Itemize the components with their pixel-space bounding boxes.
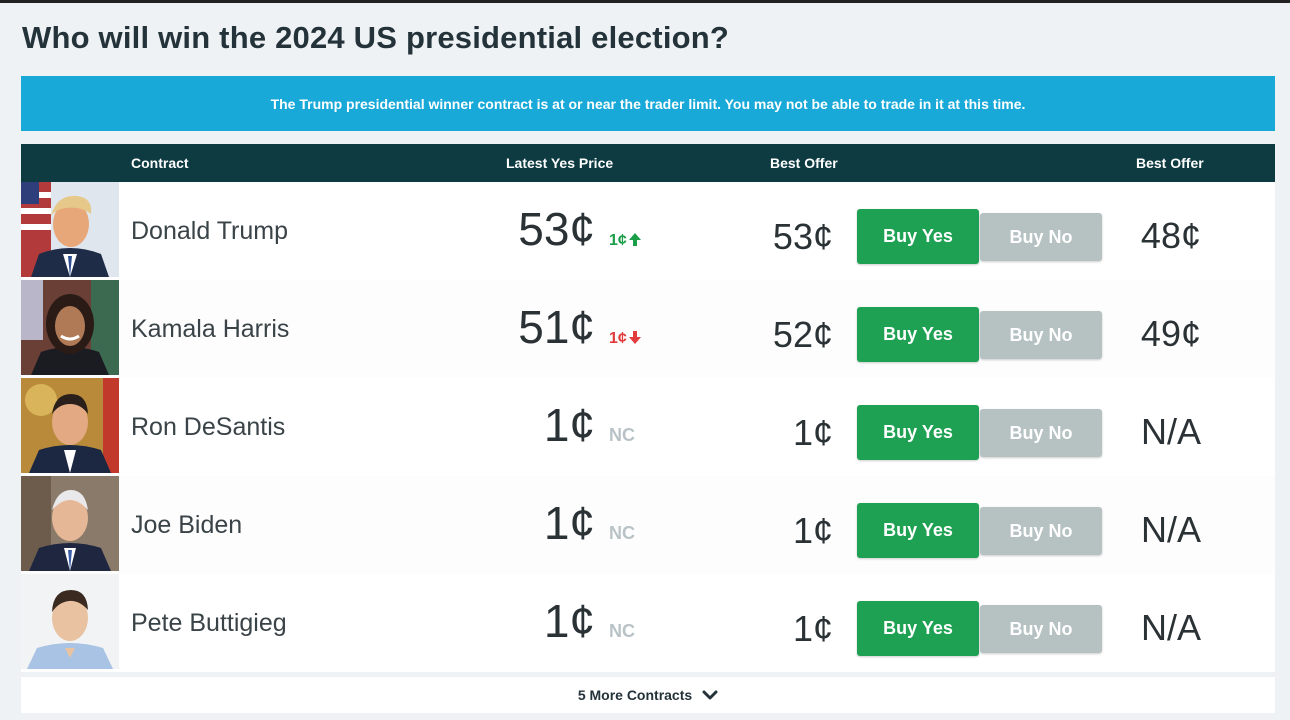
buy-yes-button[interactable]: Buy Yes bbox=[857, 503, 979, 558]
best-offer-yes: 1¢ bbox=[792, 608, 833, 649]
buy-no-button[interactable]: Buy No bbox=[980, 213, 1102, 261]
candidate-name: Donald Trump bbox=[131, 217, 289, 245]
latest-yes-price: 1¢ bbox=[543, 399, 595, 451]
buy-yes-button[interactable]: Buy Yes bbox=[857, 405, 979, 460]
avatar-trump bbox=[21, 182, 119, 277]
buy-yes-button[interactable]: Buy Yes bbox=[857, 307, 979, 362]
candidate-name: Ron DeSantis bbox=[131, 413, 286, 441]
page-title: Who will win the 2024 US presidential el… bbox=[22, 20, 730, 55]
latest-yes-price: 1¢ bbox=[543, 497, 595, 549]
best-offer-no: N/A bbox=[1140, 607, 1201, 648]
latest-yes-price: 53¢ bbox=[518, 203, 595, 255]
top-rule bbox=[0, 0, 1290, 3]
contract-row-biden: Joe Biden 1¢ NC 1¢ Buy Yes Buy No N/A bbox=[21, 476, 1275, 574]
price-change-value: NC bbox=[609, 621, 635, 641]
avatar-harris bbox=[21, 280, 119, 375]
header-best-offer-no: Best Offer bbox=[1136, 155, 1204, 171]
more-contracts-button[interactable]: 5 More Contracts bbox=[21, 677, 1275, 713]
price-change-value: 1¢ bbox=[609, 232, 627, 249]
header-latest-yes-price: Latest Yes Price bbox=[506, 155, 614, 171]
candidate-name: Pete Buttigieg bbox=[131, 609, 287, 637]
contract-row-harris: Kamala Harris 51¢ 1¢ 52¢ Buy Yes Buy No … bbox=[21, 280, 1275, 378]
avatar-buttigieg bbox=[21, 574, 119, 669]
contract-row-desantis: Ron DeSantis 1¢ NC 1¢ Buy Yes Buy No N/A bbox=[21, 378, 1275, 476]
buy-no-button[interactable]: Buy No bbox=[980, 507, 1102, 555]
price-change: NC bbox=[609, 425, 635, 446]
buy-no-button[interactable]: Buy No bbox=[980, 311, 1102, 359]
best-offer-no: N/A bbox=[1140, 509, 1201, 550]
latest-yes-price: 1¢ bbox=[543, 595, 595, 647]
buy-no-button[interactable]: Buy No bbox=[980, 605, 1102, 653]
price-change: 1¢ bbox=[609, 330, 641, 349]
buy-yes-button[interactable]: Buy Yes bbox=[857, 601, 979, 656]
header-contract: Contract bbox=[131, 155, 189, 171]
arrow-up-icon bbox=[628, 233, 641, 251]
best-offer-no: 49¢ bbox=[1140, 313, 1201, 354]
header-best-offer-yes: Best Offer bbox=[770, 155, 838, 171]
best-offer-yes: 53¢ bbox=[772, 216, 833, 257]
price-change-value: NC bbox=[609, 425, 635, 445]
contract-row-buttigieg: Pete Buttigieg 1¢ NC 1¢ Buy Yes Buy No N… bbox=[21, 574, 1275, 672]
price-change: NC bbox=[609, 621, 635, 642]
candidate-name: Kamala Harris bbox=[131, 315, 290, 343]
chevron-down-icon bbox=[702, 690, 718, 700]
avatar-biden bbox=[21, 476, 119, 571]
table-header: Contract Latest Yes Price Best Offer Bes… bbox=[21, 144, 1275, 182]
price-change: NC bbox=[609, 523, 635, 544]
best-offer-yes: 1¢ bbox=[792, 412, 833, 453]
buy-no-button[interactable]: Buy No bbox=[980, 409, 1102, 457]
candidate-name: Joe Biden bbox=[131, 511, 243, 539]
price-change-value: 1¢ bbox=[609, 330, 627, 347]
best-offer-no: 48¢ bbox=[1140, 215, 1201, 256]
arrow-down-icon bbox=[628, 331, 641, 349]
best-offer-no: N/A bbox=[1140, 411, 1201, 452]
contract-row-trump: Donald Trump 53¢ 1¢ 53¢ Buy Yes Buy No 4… bbox=[21, 182, 1275, 280]
contracts-table: Contract Latest Yes Price Best Offer Bes… bbox=[21, 144, 1275, 672]
best-offer-yes: 1¢ bbox=[792, 510, 833, 551]
best-offer-yes: 52¢ bbox=[772, 314, 833, 355]
price-change: 1¢ bbox=[609, 232, 641, 251]
more-contracts-label: 5 More Contracts bbox=[577, 687, 693, 703]
latest-yes-price: 51¢ bbox=[518, 301, 595, 353]
buy-yes-button[interactable]: Buy Yes bbox=[857, 209, 979, 264]
avatar-desantis bbox=[21, 378, 119, 473]
price-change-value: NC bbox=[609, 523, 635, 543]
trader-limit-notice: The Trump presidential winner contract i… bbox=[21, 76, 1275, 131]
notice-text: The Trump presidential winner contract i… bbox=[270, 95, 1026, 112]
